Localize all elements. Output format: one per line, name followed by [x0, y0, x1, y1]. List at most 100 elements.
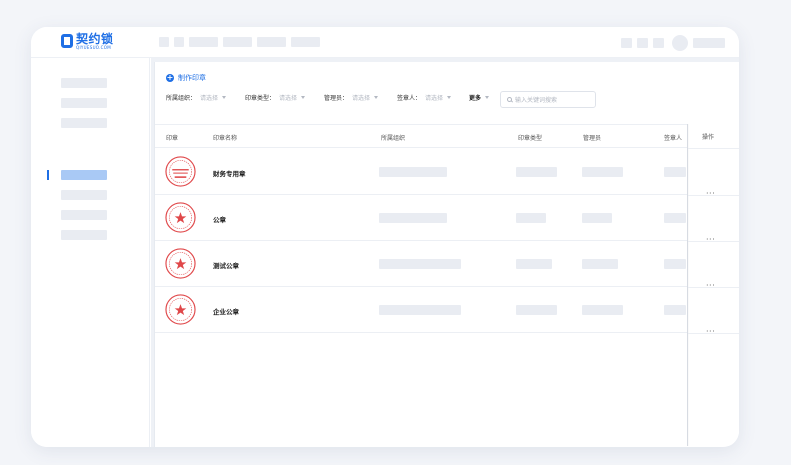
- chevron-down-icon: [301, 96, 306, 99]
- make-seal-label: 制作印章: [178, 74, 206, 82]
- star-seal-icon: [165, 202, 196, 233]
- top-nav-item[interactable]: [159, 37, 169, 47]
- make-seal-button[interactable]: + 制作印章: [166, 73, 206, 83]
- row-actions-menu[interactable]: ···: [706, 235, 715, 244]
- top-nav-item[interactable]: [257, 37, 286, 47]
- filter-org[interactable]: 所属组织： 请选择: [166, 95, 227, 103]
- app-window: 契约锁 QIYUESUO.COM + 制作印章 所属组织： 请选择 印章类型： …: [31, 27, 739, 447]
- sidebar-item[interactable]: [61, 118, 107, 128]
- sidebar-item[interactable]: [61, 190, 107, 200]
- chevron-down-icon: [447, 96, 452, 99]
- top-nav-item[interactable]: [174, 37, 184, 47]
- sidebar-item[interactable]: [61, 230, 107, 240]
- column-header-org: 所属组织: [381, 135, 406, 142]
- seal-name: 公章: [213, 216, 226, 224]
- toolbar-icon[interactable]: [621, 38, 632, 48]
- org-cell: [379, 259, 461, 269]
- org-cell: [379, 213, 447, 223]
- fixed-column-shadow: [687, 124, 689, 446]
- finance-seal-icon: [165, 156, 196, 187]
- row-actions-menu[interactable]: ···: [706, 281, 715, 290]
- row-divider: [688, 333, 739, 334]
- toolbar-icon[interactable]: [653, 38, 664, 48]
- filter-signer-select[interactable]: 请选择: [425, 95, 443, 102]
- row-divider: [688, 195, 739, 196]
- username[interactable]: [693, 38, 725, 48]
- filter-admin[interactable]: 管理员： 请选择: [324, 95, 379, 103]
- org-cell: [379, 305, 461, 315]
- filter-signer-label: 签章人：: [397, 95, 422, 102]
- table-header: 印章 印章名称 所属组织 印章类型 管理员 签章人 操作: [155, 124, 739, 148]
- top-right-tools: [621, 35, 725, 51]
- star-seal-icon: [165, 294, 196, 325]
- org-cell: [379, 167, 447, 177]
- table-row[interactable]: 企业公章: [155, 287, 739, 333]
- sidebar-item-active[interactable]: [61, 170, 107, 180]
- top-nav-item[interactable]: [189, 37, 218, 47]
- more-filters-button[interactable]: 更多: [469, 95, 490, 103]
- avatar[interactable]: [672, 35, 688, 51]
- filter-org-select[interactable]: 请选择: [200, 95, 218, 102]
- top-bar: 契约锁 QIYUESUO.COM: [31, 27, 739, 58]
- filter-admin-select[interactable]: 请选择: [352, 95, 370, 102]
- search-input[interactable]: 输入关键词搜索: [500, 91, 596, 108]
- table-row[interactable]: 公章: [155, 195, 739, 241]
- seal-type-cell: [516, 305, 557, 315]
- row-divider: [688, 287, 739, 288]
- signer-cell: [664, 259, 686, 269]
- top-nav-item[interactable]: [223, 37, 252, 47]
- chevron-down-icon: [485, 96, 490, 99]
- column-header-seal-name: 印章名称: [213, 135, 238, 142]
- sidebar-item[interactable]: [61, 98, 107, 108]
- filter-type-select[interactable]: 请选择: [279, 95, 297, 102]
- admin-cell: [582, 305, 623, 315]
- seal-name: 财务专用章: [213, 170, 246, 178]
- more-filters-label: 更多: [469, 95, 482, 102]
- search-icon: [507, 97, 512, 102]
- top-nav-item[interactable]: [291, 37, 320, 47]
- admin-cell: [582, 213, 612, 223]
- seal-name: 测试公章: [213, 262, 239, 270]
- filter-admin-label: 管理员：: [324, 95, 349, 102]
- chevron-down-icon: [222, 96, 227, 99]
- sidebar-active-indicator: [47, 170, 49, 180]
- sidebar-item[interactable]: [61, 210, 107, 220]
- brand-logo[interactable]: 契约锁 QIYUESUO.COM: [61, 33, 114, 50]
- header-divider: [688, 148, 739, 149]
- filter-type[interactable]: 印章类型： 请选择: [245, 95, 306, 103]
- signer-cell: [664, 213, 686, 223]
- admin-cell: [582, 259, 618, 269]
- seal-name: 企业公章: [213, 308, 239, 316]
- column-header-actions-fixed: 操作: [702, 134, 715, 141]
- toolbar-icon[interactable]: [637, 38, 648, 48]
- seal-management-panel: + 制作印章 所属组织： 请选择 印章类型： 请选择 管理员： 请选择 签章人： 请选择…: [154, 62, 739, 447]
- column-header-seal: 印章: [166, 135, 179, 142]
- star-seal-icon: [165, 248, 196, 279]
- table-row[interactable]: 财务专用章: [155, 149, 739, 195]
- column-header-seal-type: 印章类型: [518, 135, 543, 142]
- brand-subtitle: QIYUESUO.COM: [76, 45, 111, 50]
- admin-cell: [582, 167, 623, 177]
- logo-mark-icon: [61, 34, 73, 48]
- seal-type-cell: [516, 167, 557, 177]
- seal-type-cell: [516, 259, 552, 269]
- top-nav: [159, 37, 320, 47]
- brand-name: 契约锁: [76, 32, 114, 46]
- filter-signer[interactable]: 签章人： 请选择: [397, 95, 452, 103]
- filter-type-label: 印章类型：: [245, 95, 276, 102]
- search-placeholder: 输入关键词搜索: [515, 97, 558, 104]
- table-row[interactable]: 测试公章: [155, 241, 739, 287]
- signer-cell: [664, 305, 686, 315]
- signer-cell: [664, 167, 686, 177]
- column-header-admin: 管理员: [583, 135, 602, 142]
- plus-circle-icon: +: [166, 73, 174, 82]
- row-actions-menu[interactable]: ···: [706, 327, 715, 336]
- filter-org-label: 所属组织：: [166, 95, 197, 102]
- sidebar: [31, 58, 150, 447]
- column-header-signer: 签章人: [664, 135, 683, 142]
- chevron-down-icon: [374, 96, 379, 99]
- seal-type-cell: [516, 213, 546, 223]
- row-divider: [688, 241, 739, 242]
- sidebar-item[interactable]: [61, 78, 107, 88]
- row-actions-menu[interactable]: ···: [706, 189, 715, 198]
